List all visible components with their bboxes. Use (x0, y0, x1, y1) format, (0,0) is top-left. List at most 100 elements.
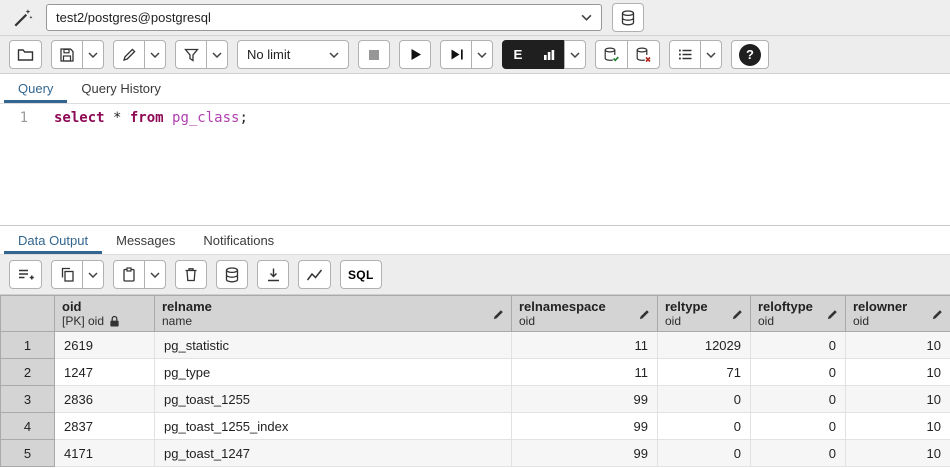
play-to-cursor-icon (449, 47, 464, 62)
grid-header-row: oid [PK] oid relname name relnamespace (1, 296, 950, 332)
editor-tabstrip: Query Query History (0, 74, 950, 104)
cell-relowner[interactable]: 10 (846, 440, 950, 467)
delete-row-button[interactable] (175, 260, 207, 289)
pencil-icon (122, 47, 137, 62)
execute-button[interactable] (399, 40, 431, 69)
cell-reltype[interactable]: 12029 (658, 332, 751, 359)
cell-relname[interactable]: pg_toast_1255 (155, 386, 512, 413)
cell-oid[interactable]: 2619 (55, 332, 155, 359)
graph-visualiser-button[interactable] (298, 260, 331, 289)
save-data-button[interactable] (216, 260, 248, 289)
bar-chart-icon (542, 48, 556, 62)
save-options-dropdown[interactable] (82, 40, 104, 69)
cell-reltype[interactable]: 0 (658, 440, 751, 467)
cell-relnamespace[interactable]: 99 (512, 440, 658, 467)
lock-icon (109, 315, 120, 328)
copy-options-dropdown[interactable] (82, 260, 104, 289)
cell-relnamespace[interactable]: 11 (512, 332, 658, 359)
tab-query-history[interactable]: Query History (67, 74, 174, 103)
cell-relnamespace[interactable]: 99 (512, 413, 658, 440)
commit-button[interactable] (595, 40, 628, 69)
cell-reltype[interactable]: 71 (658, 359, 751, 386)
paste-button[interactable] (113, 260, 145, 289)
connection-selector[interactable]: test2/postgres@postgresql (46, 4, 602, 31)
open-file-button[interactable] (9, 40, 42, 69)
column-header-relowner[interactable]: relowner oid (846, 296, 950, 332)
cell-oid[interactable]: 4171 (55, 440, 155, 467)
cell-reloftype[interactable]: 0 (751, 332, 846, 359)
cell-reloftype[interactable]: 0 (751, 359, 846, 386)
cell-relowner[interactable]: 10 (846, 359, 950, 386)
cell-relnamespace[interactable]: 11 (512, 359, 658, 386)
edit-column-icon (638, 308, 651, 321)
cell-relname[interactable]: pg_type (155, 359, 512, 386)
row-number[interactable]: 3 (1, 386, 55, 413)
column-header-reloftype[interactable]: reloftype oid (751, 296, 846, 332)
copy-button[interactable] (51, 260, 83, 289)
row-number[interactable]: 2 (1, 359, 55, 386)
cell-reltype[interactable]: 0 (658, 413, 751, 440)
help-button[interactable]: ? (731, 40, 769, 69)
edit-button[interactable] (113, 40, 145, 69)
cell-relowner[interactable]: 10 (846, 413, 950, 440)
edit-options-dropdown[interactable] (144, 40, 166, 69)
column-header-relnamespace[interactable]: relnamespace oid (512, 296, 658, 332)
sql-code[interactable]: select * from pg_class; (42, 104, 950, 225)
cancel-query-button[interactable] (358, 40, 390, 69)
cell-reltype[interactable]: 0 (658, 386, 751, 413)
save-button[interactable] (51, 40, 83, 69)
cell-relowner[interactable]: 10 (846, 386, 950, 413)
cell-oid[interactable]: 2837 (55, 413, 155, 440)
column-header-oid[interactable]: oid [PK] oid (55, 296, 155, 332)
row-limit-select[interactable]: No limit (237, 40, 349, 69)
filter-options-dropdown[interactable] (206, 40, 228, 69)
explain-button[interactable]: E (502, 40, 534, 69)
add-row-button[interactable] (9, 260, 42, 289)
cell-reloftype[interactable]: 0 (751, 386, 846, 413)
chevron-down-icon (570, 52, 580, 58)
cell-reloftype[interactable]: 0 (751, 440, 846, 467)
database-check-icon (603, 47, 620, 63)
explain-analyze-button[interactable] (533, 40, 565, 69)
cell-relname[interactable]: pg_statistic (155, 332, 512, 359)
rollback-button[interactable] (627, 40, 660, 69)
tab-query[interactable]: Query (4, 74, 67, 103)
new-query-tool-button[interactable] (612, 3, 644, 32)
row-number[interactable]: 5 (1, 440, 55, 467)
row-number[interactable]: 1 (1, 332, 55, 359)
row-limit-value: No limit (247, 47, 290, 62)
grid-corner-cell[interactable] (1, 296, 55, 332)
filter-button[interactable] (175, 40, 207, 69)
cell-oid[interactable]: 1247 (55, 359, 155, 386)
macros-button[interactable] (669, 40, 701, 69)
download-button[interactable] (257, 260, 289, 289)
cell-oid[interactable]: 2836 (55, 386, 155, 413)
table-row: 4 2837 pg_toast_1255_index 99 0 0 10 (1, 413, 950, 440)
stop-icon (367, 48, 381, 62)
cell-reloftype[interactable]: 0 (751, 413, 846, 440)
line-number: 1 (20, 110, 28, 126)
show-sql-button[interactable]: SQL (340, 260, 382, 289)
cell-relowner[interactable]: 10 (846, 332, 950, 359)
sql-keyword: from (130, 110, 164, 126)
column-header-relname[interactable]: relname name (155, 296, 512, 332)
execute-options-button[interactable] (440, 40, 472, 69)
clipboard-icon (122, 267, 136, 282)
sql-editor[interactable]: 1 select * from pg_class; (0, 104, 950, 225)
tab-data-output[interactable]: Data Output (4, 226, 102, 254)
cell-relname[interactable]: pg_toast_1247 (155, 440, 512, 467)
row-number[interactable]: 4 (1, 413, 55, 440)
tab-notifications[interactable]: Notifications (189, 226, 288, 254)
paste-options-dropdown[interactable] (144, 260, 166, 289)
chevron-down-icon (88, 52, 98, 58)
explain-label: E (514, 47, 523, 62)
column-header-reltype[interactable]: reltype oid (658, 296, 751, 332)
results-toolbar: SQL (0, 255, 950, 295)
cell-relnamespace[interactable]: 99 (512, 386, 658, 413)
explain-options-dropdown[interactable] (564, 40, 586, 69)
tab-messages[interactable]: Messages (102, 226, 189, 254)
line-number-gutter: 1 (0, 104, 42, 225)
macros-dropdown[interactable] (700, 40, 722, 69)
cell-relname[interactable]: pg_toast_1255_index (155, 413, 512, 440)
execute-dropdown[interactable] (471, 40, 493, 69)
